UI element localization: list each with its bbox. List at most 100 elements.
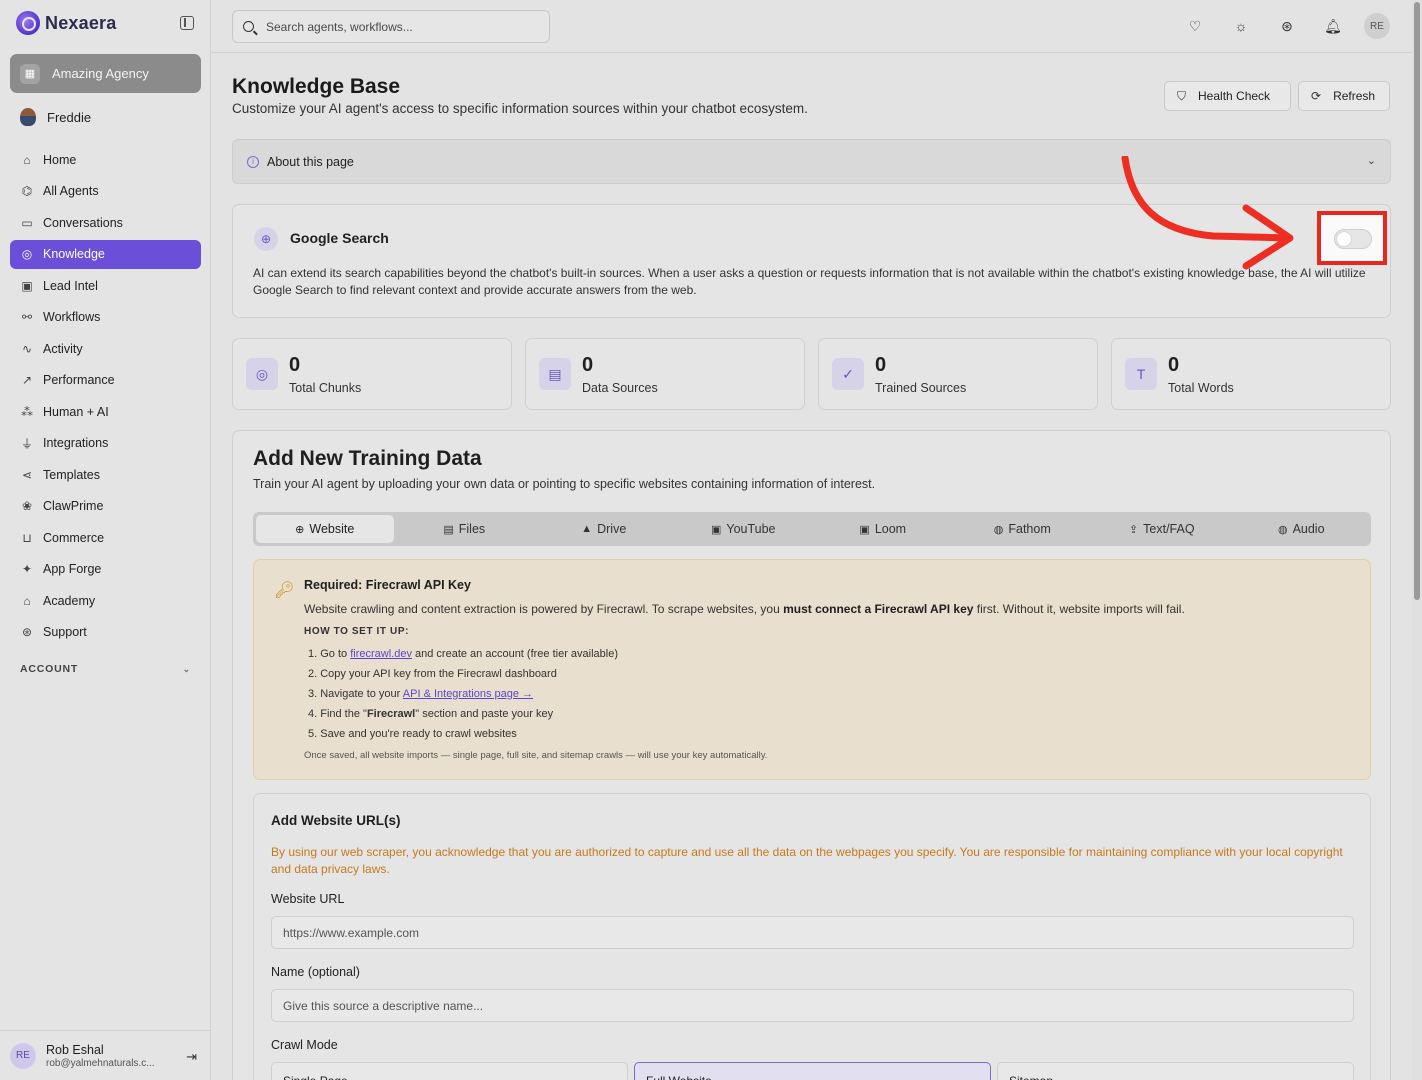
sidebar-item-clawprime[interactable]: ❀ ClawPrime [10,492,201,521]
annotation-arrow [1121,156,1294,270]
tab-files[interactable]: ▤ Files [396,515,534,543]
refresh-button[interactable]: ⟳ Refresh [1298,81,1390,111]
sidebar-item-label: App Forge [43,562,102,576]
key-icon: 🔑︎ [274,582,295,599]
sun-icon[interactable]: ☼ [1228,13,1254,39]
sidebar-item-activity[interactable]: ∿ Activity [10,334,201,363]
bell-icon[interactable]: 🔔︎ [1320,13,1346,39]
tab-label: Files [458,522,486,536]
network-icon: ⁂ [21,404,33,419]
footer-user-info: Rob Eshal rob@yalmehnaturals.c... [46,1043,155,1069]
sidebar-item-integrations[interactable]: ⏚ Integrations [10,429,201,458]
activity-icon: ∿ [21,341,33,356]
tab-website[interactable]: ⊕ Website [256,515,394,543]
sidebar-item-label: Academy [43,593,96,608]
tab-audio[interactable]: ◍ Audio [1233,515,1371,543]
tab-label: Fathom [1008,522,1051,536]
firecrawl-desc-pre: Website crawling and content extraction … [304,602,784,616]
sidebar-item-label: All Agents [43,184,99,198]
sidebar-item-knowledge[interactable]: ◎ Knowledge [10,239,201,269]
sidebar-item-workflows[interactable]: ⚯ Workflows [10,303,201,332]
tab-youtube[interactable]: ▣ YouTube [675,515,813,543]
crawl-mode-sitemap[interactable]: Sitemap [997,1062,1354,1080]
integrations-page-link[interactable]: API & Integrations page → [403,688,533,700]
sidebar-item-label: Knowledge [43,247,105,261]
tab-fathom[interactable]: ◍ Fathom [954,515,1092,543]
health-check-label: Health Check [1198,89,1271,103]
logout-icon[interactable]: ⇥ [186,1049,197,1065]
crawl-mode-label: Crawl Mode [271,1038,338,1052]
sidebar-item-label: Commerce [43,530,105,545]
refresh-icon: ⟳ [1311,89,1322,103]
sidebar-footer: RE Rob Eshal rob@yalmehnaturals.c... ⇥ [0,1030,211,1080]
footer-user-name: Rob Eshal [46,1042,104,1057]
page-subtitle: Customize your AI agent's access to spec… [232,101,808,116]
source-tabs: ⊕ Website ▤ Files ▲ Drive ▣ YouTube ▣ Loom ◍ Fathom… [253,512,1371,546]
sidebar-item-conversations[interactable]: ▭ Conversations [10,208,201,237]
stat-label: Data Sources [582,381,658,395]
crawl-mode-single-page[interactable]: Single Page [271,1062,628,1080]
website-url-card: Add Website URL(s) By using our web scra… [253,793,1371,1080]
step-4: 4. Find the "Firecrawl" section and past… [308,704,618,724]
sidebar-item-home[interactable]: ⌂ Home [10,145,201,174]
cart-icon: ⊔ [22,530,32,545]
page-scrollbar[interactable] [1412,0,1422,1080]
name-label: Name (optional) [271,965,360,979]
sidebar-item-app-forge[interactable]: ✦ App Forge [10,555,201,584]
sidebar-item-performance[interactable]: ↗ Performance [10,366,201,395]
step-3: 3. Navigate to your API & Integrations p… [308,684,618,704]
tab-label: Text/FAQ [1143,522,1195,536]
sidebar-item-human-ai[interactable]: ⁂ Human + AI [10,397,201,426]
home-icon: ⌂ [23,152,31,167]
scraper-warning: By using our web scraper, you acknowledg… [271,845,1343,876]
chat-icon: ▭ [21,215,33,230]
user-avatar-top[interactable]: RE [1364,13,1390,39]
firecrawl-link[interactable]: firecrawl.dev [350,648,412,660]
current-user[interactable]: Freddie [20,108,91,126]
about-label: About this page [267,154,354,169]
paw-icon: ❀ [21,499,33,513]
training-card: Add New Training Data Train your AI agen… [232,430,1391,1080]
health-check-button[interactable]: ⛉ Health Check [1164,81,1291,111]
step-4-post: " section and paste your key [415,708,554,720]
topbar-actions: ♡ ☼ ⊛ 🔔︎ RE [1162,13,1390,39]
tab-loom[interactable]: ▣ Loom [814,515,952,543]
search-input[interactable]: Search agents, workflows... [232,10,550,43]
step-1-pre: 1. Go to [308,648,351,660]
heart-icon[interactable]: ♡ [1182,13,1208,39]
website-url-input[interactable]: https://www.example.com [271,916,1354,949]
account-section-toggle[interactable]: ACCOUNT ⌄ [20,663,191,675]
tab-text-faq[interactable]: ⇪ Text/FAQ [1093,515,1231,543]
google-search-toggle[interactable] [1334,229,1372,249]
sidebar-item-all-agents[interactable]: ⌬ All Agents [10,177,201,206]
sidebar-item-academy[interactable]: ⌂ Academy [10,586,201,615]
brand-name: Nexaera [45,12,117,33]
sparkles-icon: ✦ [21,562,33,576]
sidebar-item-lead-intel[interactable]: ▣ Lead Intel [10,271,201,300]
tab-label: Drive [597,522,627,536]
crawl-mode-full-website[interactable]: Full Website [634,1062,991,1080]
logo-icon [16,11,40,35]
stats-row: ◎ 0 Total Chunks ▤ 0 Data Sources ✓ 0 Trained So… [232,338,1391,410]
sidebar-nav: ⌂ Home ⌬ All Agents ▭ Conversations ◎ Knowledge… [10,145,201,649]
refresh-label: Refresh [1333,89,1376,103]
tab-label: YouTube [726,522,776,536]
sidebar-collapse-icon[interactable] [180,16,194,30]
tab-drive[interactable]: ▲ Drive [535,515,673,543]
sidebar-item-support[interactable]: ⊛ Support [10,618,201,647]
search-icon [243,21,254,32]
lifebuoy-icon[interactable]: ⊛ [1274,13,1300,39]
stat-card: T 0 Total Words [1111,338,1391,410]
sidebar-item-templates[interactable]: ⋖ Templates [10,460,201,489]
agency-switcher[interactable]: ▦ Amazing Agency [10,54,201,93]
stat-label: Trained Sources [875,381,967,395]
loom-icon: ▣ [859,523,870,536]
firecrawl-steps: 1. Go to firecrawl.dev and create an acc… [308,644,618,744]
footer-avatar[interactable]: RE [10,1042,36,1069]
sidebar-item-commerce[interactable]: ⊔ Commerce [10,523,201,552]
source-name-input[interactable]: Give this source a descriptive name... [271,989,1354,1022]
step-4-bold: Firecrawl [366,708,416,720]
building-icon: ▦ [20,63,40,84]
scrollbar-thumb[interactable] [1414,2,1420,600]
sidebar-item-label: ClawPrime [43,499,104,513]
